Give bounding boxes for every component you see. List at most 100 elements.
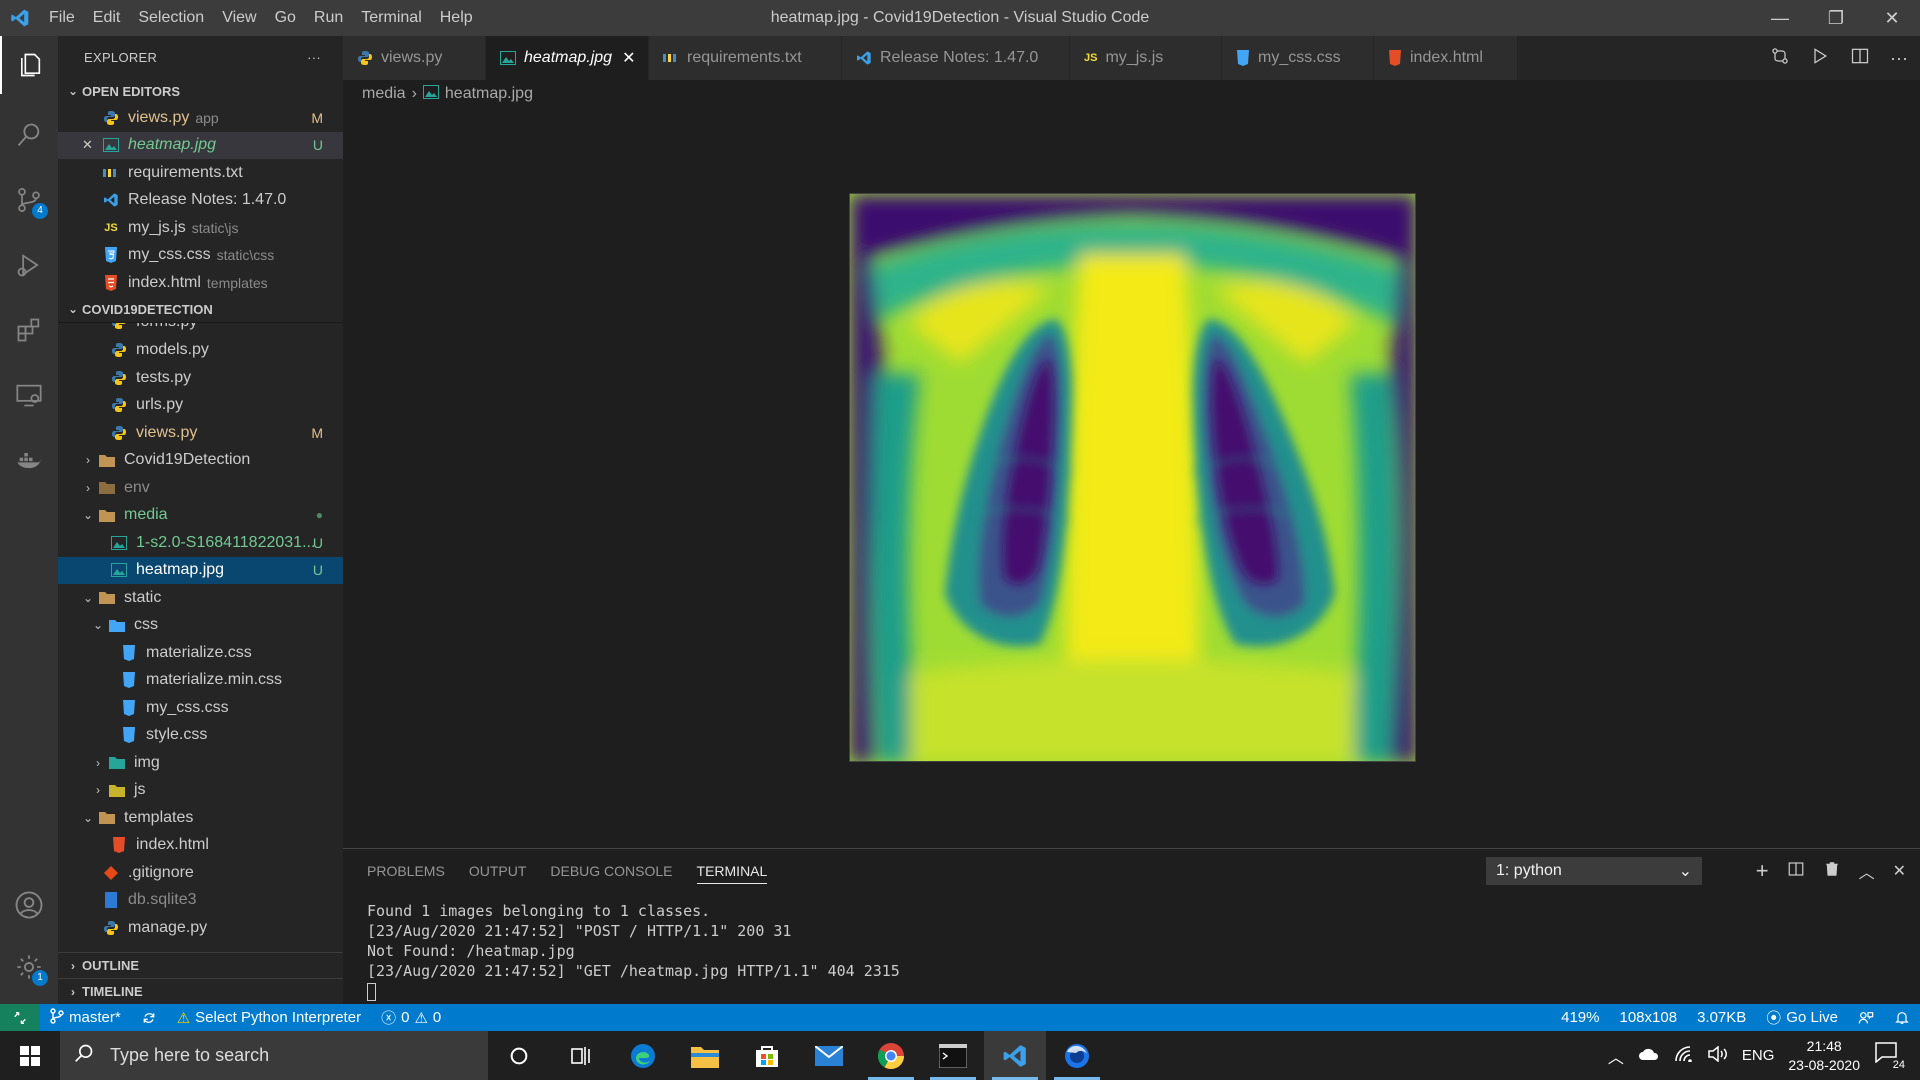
- tree-materialize-css[interactable]: materialize.css: [58, 639, 343, 667]
- tab-my-js[interactable]: JS my_js.js: [1070, 36, 1222, 80]
- onedrive-icon[interactable]: [1638, 1047, 1660, 1065]
- tree-heatmap-jpg[interactable]: heatmap.jpg U: [58, 556, 343, 584]
- tree-my-css[interactable]: my_css.css: [58, 694, 343, 722]
- file-explorer-icon[interactable]: [674, 1031, 736, 1080]
- tree-img-folder[interactable]: › img: [58, 749, 343, 777]
- go-live-button[interactable]: ⦿ Go Live: [1756, 1007, 1848, 1028]
- close-icon[interactable]: ✕: [82, 137, 100, 153]
- microsoft-store-icon[interactable]: [736, 1031, 798, 1080]
- edge-browser-icon[interactable]: [612, 1031, 674, 1080]
- close-panel-icon[interactable]: ✕: [1893, 861, 1906, 881]
- tree-static-folder[interactable]: ⌄ static: [58, 584, 343, 612]
- project-header[interactable]: ⌄ COVID19DETECTION: [58, 297, 343, 323]
- new-terminal-icon[interactable]: +: [1756, 858, 1769, 884]
- firefox-icon[interactable]: [1046, 1031, 1108, 1080]
- open-editor-heatmap-jpg[interactable]: ✕ heatmap.jpg U: [58, 131, 343, 159]
- tree-db-sqlite3[interactable]: db.sqlite3: [58, 887, 343, 915]
- tab-index-html[interactable]: index.html: [1374, 36, 1518, 80]
- tree-env-folder[interactable]: › env: [58, 474, 343, 502]
- task-view-icon[interactable]: [550, 1031, 612, 1080]
- settings-gear-icon[interactable]: 1: [0, 938, 58, 996]
- account-icon[interactable]: [0, 876, 58, 934]
- more-actions-icon[interactable]: ···: [1890, 48, 1908, 69]
- minimize-icon[interactable]: —: [1752, 0, 1808, 36]
- close-window-icon[interactable]: ✕: [1864, 0, 1920, 36]
- tree-views-py[interactable]: views.py M: [58, 419, 343, 447]
- open-editor-my-css[interactable]: my_css.css static\css: [58, 242, 343, 270]
- remote-icon[interactable]: [0, 1004, 40, 1031]
- extensions-icon[interactable]: [0, 301, 58, 359]
- breadcrumb-folder[interactable]: media: [362, 85, 406, 103]
- tree-materialize-min-css[interactable]: materialize.min.css: [58, 667, 343, 695]
- split-editor-icon[interactable]: [1850, 46, 1870, 71]
- tree-tests-py[interactable]: tests.py: [58, 364, 343, 392]
- chevron-up-icon[interactable]: ︿: [1608, 1044, 1624, 1068]
- open-editors-header[interactable]: ⌄ OPEN EDITORS: [58, 78, 343, 104]
- tree-index-html[interactable]: index.html: [58, 832, 343, 860]
- close-icon[interactable]: ✕: [622, 48, 635, 68]
- run-debug-icon[interactable]: [0, 236, 58, 294]
- menu-go[interactable]: Go: [266, 0, 305, 36]
- more-actions-icon[interactable]: ···: [307, 50, 321, 65]
- tree-style-css[interactable]: style.css: [58, 722, 343, 750]
- windows-start-icon[interactable]: [0, 1031, 60, 1080]
- taskbar-search[interactable]: Type here to search: [60, 1031, 488, 1080]
- menu-run[interactable]: Run: [305, 0, 352, 36]
- volume-icon[interactable]: [1708, 1044, 1728, 1066]
- tree-gitignore[interactable]: .gitignore: [58, 859, 343, 887]
- tree-manage-py[interactable]: manage.py: [58, 914, 343, 942]
- clock[interactable]: 21:48 23-08-2020: [1788, 1037, 1860, 1075]
- terminal-app-icon[interactable]: [922, 1031, 984, 1080]
- tab-requirements-txt[interactable]: requirements.txt: [649, 36, 842, 80]
- open-editor-views-py[interactable]: views.py app M: [58, 104, 343, 132]
- run-icon[interactable]: [1810, 46, 1830, 71]
- docker-icon[interactable]: [0, 431, 58, 489]
- tree-urls-py[interactable]: urls.py: [58, 392, 343, 420]
- menu-edit[interactable]: Edit: [84, 0, 130, 36]
- language-indicator[interactable]: ENG: [1742, 1047, 1775, 1064]
- feedback-icon[interactable]: [1848, 1010, 1884, 1026]
- action-center-icon[interactable]: 24: [1874, 1041, 1906, 1071]
- menu-selection[interactable]: Selection: [129, 0, 213, 36]
- sync-icon[interactable]: [131, 1011, 167, 1025]
- tree-templates-folder[interactable]: ⌄ templates: [58, 804, 343, 832]
- tree-media-image[interactable]: 1-s2.0-S168411822031... U: [58, 529, 343, 557]
- tree-models-py[interactable]: models.py: [58, 337, 343, 365]
- open-changes-icon[interactable]: [1770, 46, 1790, 71]
- python-interpreter[interactable]: ⚠ Select Python Interpreter: [167, 1009, 371, 1027]
- search-icon[interactable]: [0, 106, 58, 164]
- open-editor-requirements-txt[interactable]: requirements.txt: [58, 159, 343, 187]
- timeline-header[interactable]: › TIMELINE: [58, 978, 343, 1004]
- tab-my-css[interactable]: my_css.css: [1222, 36, 1374, 80]
- tree-forms-py[interactable]: forms.py: [58, 322, 197, 337]
- outline-header[interactable]: › OUTLINE: [58, 952, 343, 978]
- terminal-select[interactable]: 1: python ⌄: [1486, 857, 1702, 885]
- tab-terminal[interactable]: TERMINAL: [696, 863, 768, 884]
- tab-debug-console[interactable]: DEBUG CONSOLE: [550, 863, 672, 884]
- vscode-taskbar-icon[interactable]: [984, 1031, 1046, 1080]
- open-editor-my-js[interactable]: JS my_js.js static\js: [58, 214, 343, 242]
- tree-css-folder[interactable]: ⌄ css: [58, 612, 343, 640]
- tab-release-notes[interactable]: Release Notes: 1.47.0: [842, 36, 1070, 80]
- menu-file[interactable]: File: [40, 0, 84, 36]
- problems-count[interactable]: ⓧ 0 ⚠ 0: [371, 1007, 451, 1028]
- split-terminal-icon[interactable]: [1787, 860, 1805, 883]
- terminal-output[interactable]: Found 1 images belonging to 1 classes. [2…: [367, 901, 900, 1001]
- open-editor-release-notes[interactable]: Release Notes: 1.47.0: [58, 187, 343, 215]
- maximize-panel-icon[interactable]: ︿: [1859, 859, 1875, 883]
- explorer-icon[interactable]: [0, 36, 58, 94]
- tab-problems[interactable]: PROBLEMS: [367, 863, 445, 884]
- open-editor-index-html[interactable]: index.html templates: [58, 269, 343, 297]
- zoom-level[interactable]: 419%: [1551, 1009, 1609, 1026]
- menu-view[interactable]: View: [213, 0, 265, 36]
- menu-help[interactable]: Help: [431, 0, 482, 36]
- notifications-bell-icon[interactable]: [1884, 1010, 1920, 1026]
- wifi-icon[interactable]: [1674, 1045, 1694, 1066]
- source-control-icon[interactable]: 4: [0, 171, 58, 229]
- tab-output[interactable]: OUTPUT: [469, 863, 527, 884]
- restore-icon[interactable]: ❐: [1808, 0, 1864, 36]
- chrome-icon[interactable]: [860, 1031, 922, 1080]
- mail-icon[interactable]: [798, 1031, 860, 1080]
- tree-media-folder[interactable]: ⌄ media ●: [58, 502, 343, 530]
- trash-icon[interactable]: [1823, 860, 1841, 883]
